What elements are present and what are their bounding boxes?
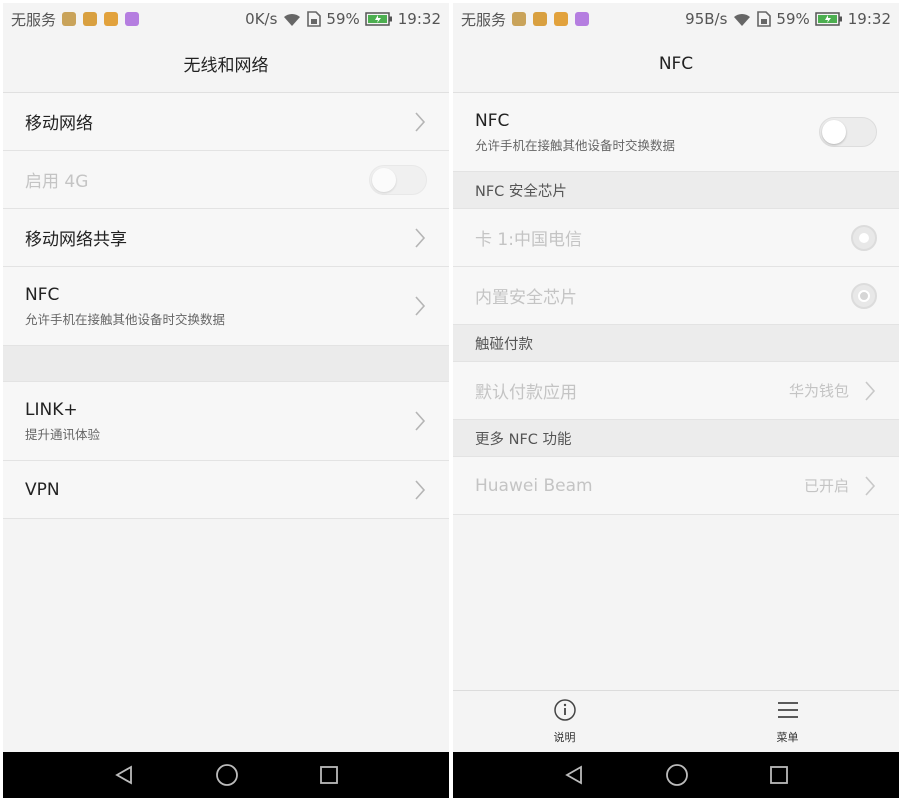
notification-icon <box>512 12 527 26</box>
sim-icon <box>307 11 322 27</box>
recents-icon[interactable] <box>319 765 339 785</box>
item-label: Huawei Beam <box>475 475 593 496</box>
item-label: 内置安全芯片 <box>475 288 577 308</box>
item-label: NFC <box>475 110 510 131</box>
clock: 19:32 <box>847 10 891 28</box>
item-description: 允许手机在接触其他设备时交换数据 <box>475 137 676 153</box>
system-nav-bar <box>453 752 899 798</box>
chip-option-card1: 卡 1:中国电信 <box>453 209 899 267</box>
notification-icon <box>554 12 569 26</box>
status-bar: 无服务 0K/s 59% 19:32 <box>3 3 449 35</box>
section-header-tap-pay: 触碰付款 <box>453 325 899 362</box>
mobile-network-item[interactable]: 移动网络 <box>3 93 449 151</box>
item-label: VPN <box>25 479 60 500</box>
battery-percent: 59% <box>776 10 810 28</box>
menu-icon <box>776 698 800 726</box>
section-divider <box>3 346 449 382</box>
clock: 19:32 <box>397 10 441 28</box>
section-header-secure-chip: NFC 安全芯片 <box>453 172 899 209</box>
link-plus-item[interactable]: LINK+ 提升通讯体验 <box>3 382 449 461</box>
recents-icon[interactable] <box>769 765 789 785</box>
page-title: 无线和网络 <box>3 35 449 93</box>
menu-label: 菜单 <box>776 731 799 744</box>
nfc-toggle[interactable] <box>819 117 877 147</box>
item-description: 允许手机在接触其他设备时交换数据 <box>25 311 226 327</box>
default-payment-item: 默认付款应用 华为钱包 <box>453 362 899 420</box>
tethering-item[interactable]: 移动网络共享 <box>3 209 449 267</box>
battery-icon <box>815 12 843 26</box>
item-value: 已开启 <box>803 477 849 495</box>
nfc-toggle-item[interactable]: NFC 允许手机在接触其他设备时交换数据 <box>453 93 899 172</box>
home-icon[interactable] <box>665 763 689 787</box>
huawei-beam-item: Huawei Beam 已开启 <box>453 457 899 515</box>
wifi-icon <box>732 12 752 27</box>
nfc-item[interactable]: NFC 允许手机在接触其他设备时交换数据 <box>3 267 449 346</box>
back-icon[interactable] <box>113 764 135 786</box>
item-label: NFC <box>25 284 60 305</box>
nfc-screen: 无服务 95B/s 59% 19:32 NFC NFC 允许手机在接触其他设备时… <box>453 3 899 798</box>
notification-icon <box>83 12 98 26</box>
vpn-item[interactable]: VPN <box>3 461 449 519</box>
radio-button <box>851 282 877 309</box>
notification-icon <box>125 12 140 26</box>
chevron-right-icon <box>863 475 877 497</box>
carrier-label: 无服务 <box>11 10 57 29</box>
radio-button <box>851 224 877 251</box>
item-value: 华为钱包 <box>788 382 849 400</box>
item-label: 移动网络共享 <box>25 230 127 250</box>
notification-icon <box>104 12 119 26</box>
enable-4g-item: 启用 4G <box>3 151 449 209</box>
menu-button[interactable]: 菜单 <box>676 691 899 752</box>
item-description: 提升通讯体验 <box>25 426 101 442</box>
chevron-right-icon <box>413 111 427 133</box>
chevron-right-icon <box>413 227 427 249</box>
battery-percent: 59% <box>326 10 360 28</box>
item-label: 默认付款应用 <box>475 383 577 403</box>
item-label: 启用 4G <box>25 172 89 192</box>
item-label: LINK+ <box>25 399 78 420</box>
info-label: 说明 <box>553 731 576 744</box>
network-speed: 95B/s <box>685 10 728 28</box>
section-header-more-nfc: 更多 NFC 功能 <box>453 420 899 457</box>
notification-icon <box>62 12 77 26</box>
status-bar: 无服务 95B/s 59% 19:32 <box>453 3 899 35</box>
sim-icon <box>757 11 772 27</box>
chevron-right-icon <box>863 380 877 402</box>
item-label: 卡 1:中国电信 <box>475 230 582 250</box>
enable-4g-toggle <box>369 164 427 195</box>
wifi-icon <box>282 12 302 27</box>
item-label: 移动网络 <box>25 114 93 134</box>
notification-icon <box>533 12 548 26</box>
chevron-right-icon <box>413 295 427 317</box>
system-nav-bar <box>3 752 449 798</box>
chevron-right-icon <box>413 479 427 501</box>
page-title: NFC <box>453 35 899 93</box>
info-icon <box>553 698 577 726</box>
network-speed: 0K/s <box>245 10 278 28</box>
info-button[interactable]: 说明 <box>453 691 676 752</box>
home-icon[interactable] <box>215 763 239 787</box>
chevron-right-icon <box>413 410 427 432</box>
wireless-networks-screen: 无服务 0K/s 59% 19:32 无线和网络 移动网络 启用 4G 移动网络… <box>3 3 449 798</box>
back-icon[interactable] <box>563 764 585 786</box>
carrier-label: 无服务 <box>461 10 507 29</box>
battery-icon <box>365 12 393 26</box>
bottom-action-bar: 说明 菜单 <box>453 690 899 752</box>
notification-icon <box>575 12 590 26</box>
chip-option-builtin: 内置安全芯片 <box>453 267 899 325</box>
